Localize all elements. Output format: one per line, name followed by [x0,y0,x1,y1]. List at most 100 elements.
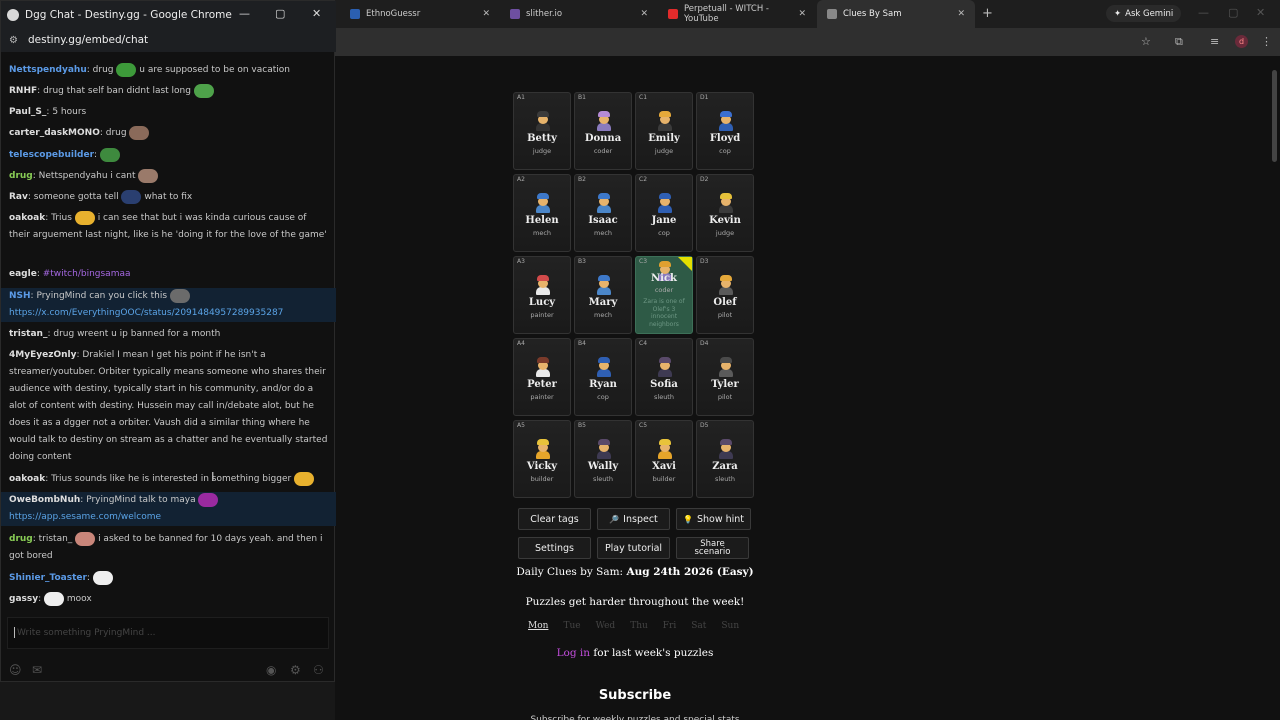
suspect-card[interactable]: D1 Floyd cop [696,92,754,170]
maximize-icon[interactable]: ▢ [1228,6,1238,19]
subscribe-subtext: Subscribe for weekly puzzles and special… [530,715,740,720]
emoji-icon[interactable]: ☺ [9,663,22,677]
chat-link[interactable]: https://app.sesame.com/welcome [9,512,161,522]
day-sun[interactable]: Sun [721,621,739,631]
suspect-card[interactable]: D3 Olef pilot [696,256,754,334]
close-tab-icon[interactable]: ✕ [798,9,806,19]
chat-username[interactable]: NSH [9,291,31,301]
day-wed[interactable]: Wed [596,621,616,631]
chat-input[interactable]: Write something PryingMind ... [7,617,329,649]
suspect-card[interactable]: C5 Xavi builder [635,420,693,498]
maximize-icon[interactable]: ▢ [275,7,285,20]
tab-ethnoguessr[interactable]: EthnoGuessr ✕ [340,0,500,28]
ask-gemini-button[interactable]: ✦ Ask Gemini [1106,5,1182,22]
close-window-icon[interactable]: ✕ [1256,6,1265,19]
menu-kebab-icon[interactable]: ⋮ [1261,35,1272,48]
chat-url-bar[interactable]: ⚙ destiny.gg/embed/chat [1,28,336,52]
emote-icon [138,168,159,183]
suspect-card[interactable]: A4 Peter painter [513,338,571,416]
chat-message: carter_daskMONO: drug [1,125,336,142]
chat-username[interactable]: oakoak [9,474,45,484]
profile-avatar[interactable]: d [1235,35,1248,48]
suspect-card[interactable]: D5 Zara sleuth [696,420,754,498]
suspect-card[interactable]: A2 Helen mech [513,174,571,252]
suspect-card[interactable]: B3 Mary mech [574,256,632,334]
site-settings-icon[interactable]: ⚙ [9,35,18,46]
tab-youtube[interactable]: Perpetuall - WITCH - YouTube ✕ [658,0,816,28]
suspect-card[interactable]: B1 Donna coder [574,92,632,170]
chat-username[interactable]: 4MyEyezOnly [9,350,76,360]
card-coordinate: D2 [700,176,709,183]
chat-username[interactable]: gassy [9,594,38,604]
chat-username[interactable]: Nettspendyahu [9,65,87,75]
bookmark-star-icon[interactable]: ☆ [1141,35,1151,48]
inspect-button[interactable]: 🔎 Inspect [597,508,670,530]
page-scrollbar[interactable] [1272,70,1277,162]
suspect-card[interactable]: D4 Tyler pilot [696,338,754,416]
chat-username[interactable]: Rav [9,192,28,202]
close-tab-icon[interactable]: ✕ [640,9,648,19]
chat-username[interactable]: eagle [9,269,37,279]
minimize-icon[interactable]: — [239,7,250,20]
chat-username[interactable]: oakoak [9,213,45,223]
channel-link[interactable]: #twitch/bingsamaa [43,269,131,279]
chat-username[interactable]: carter_daskMONO [9,128,100,138]
extensions-icon[interactable]: ⧉ [1175,35,1183,49]
chat-username[interactable]: drug [9,534,33,544]
suspect-card[interactable]: B5 Wally sleuth [574,420,632,498]
minimize-icon[interactable]: — [1198,6,1209,19]
suspect-card[interactable]: D2 Kevin judge [696,174,754,252]
suspect-card[interactable]: A3 Lucy painter [513,256,571,334]
suspect-card[interactable]: B4 Ryan cop [574,338,632,416]
whisper-icon[interactable]: ✉ [32,663,42,677]
chat-username[interactable]: Shinier_Toaster [9,573,87,583]
day-thu[interactable]: Thu [630,621,648,631]
media-icon[interactable]: ≡ [1210,35,1219,48]
chat-username[interactable]: OweBombNuh [9,495,80,505]
card-coordinate: D5 [700,422,709,429]
suspect-card[interactable]: A5 Vicky builder [513,420,571,498]
eye-icon[interactable]: ◉ [266,663,276,677]
card-name: Olef [713,297,737,308]
close-tab-icon[interactable]: ✕ [482,9,490,19]
day-fri[interactable]: Fri [663,621,676,631]
close-tab-icon[interactable]: ✕ [957,9,965,19]
suspect-card[interactable]: C4 Sofia sleuth [635,338,693,416]
gear-icon[interactable]: ⚙ [290,663,301,677]
suspect-card[interactable]: A1 Betty judge [513,92,571,170]
suspect-card[interactable]: C3 Nick coder Zara is one of Olef's 3 innoc… [635,256,693,334]
chat-username[interactable]: drug [9,171,33,181]
character-icon [657,193,673,213]
tab-clues-by-sam[interactable]: Clues By Sam ✕ [817,0,975,28]
emote-icon [92,570,113,585]
tab-slither[interactable]: slither.io ✕ [500,0,658,28]
chat-username[interactable]: tristan_ [9,329,47,339]
chat-message: oakoak: Trius sounds like he is interest… [1,471,336,488]
day-mon[interactable]: Mon [528,621,548,631]
suspect-card[interactable]: C2 Jane cop [635,174,693,252]
suspect-card[interactable]: C1 Emily judge [635,92,693,170]
chat-username[interactable]: RNHF [9,86,37,96]
card-coordinate: A3 [517,258,525,265]
users-icon[interactable]: ⚇ [313,663,324,677]
chat-message: gassy: moox [1,591,336,608]
subscribe-heading: Subscribe [598,688,672,703]
close-window-icon[interactable]: ✕ [312,7,321,20]
chat-text: someone gotta tell [33,192,119,202]
chat-link[interactable]: https://x.com/EverythingOOC/status/20914… [9,308,283,318]
share-scenario-button[interactable]: Share scenario [676,537,749,559]
play-tutorial-button[interactable]: Play tutorial [597,537,670,559]
show-hint-button[interactable]: 💡 Show hint [676,508,751,530]
suspect-card[interactable]: B2 Isaac mech [574,174,632,252]
chat-username[interactable]: telescopebuilder [9,150,94,160]
new-tab-icon[interactable]: + [982,6,993,21]
login-link[interactable]: Log in [557,647,590,659]
settings-button[interactable]: Settings [518,537,591,559]
chat-username[interactable]: Paul_S_ [9,107,46,117]
card-profession: painter [530,311,554,319]
day-tue[interactable]: Tue [563,621,580,631]
card-name: Isaac [588,215,618,226]
clear-tags-button[interactable]: Clear tags [518,508,591,530]
day-sat[interactable]: Sat [691,621,706,631]
character-icon [535,111,551,131]
